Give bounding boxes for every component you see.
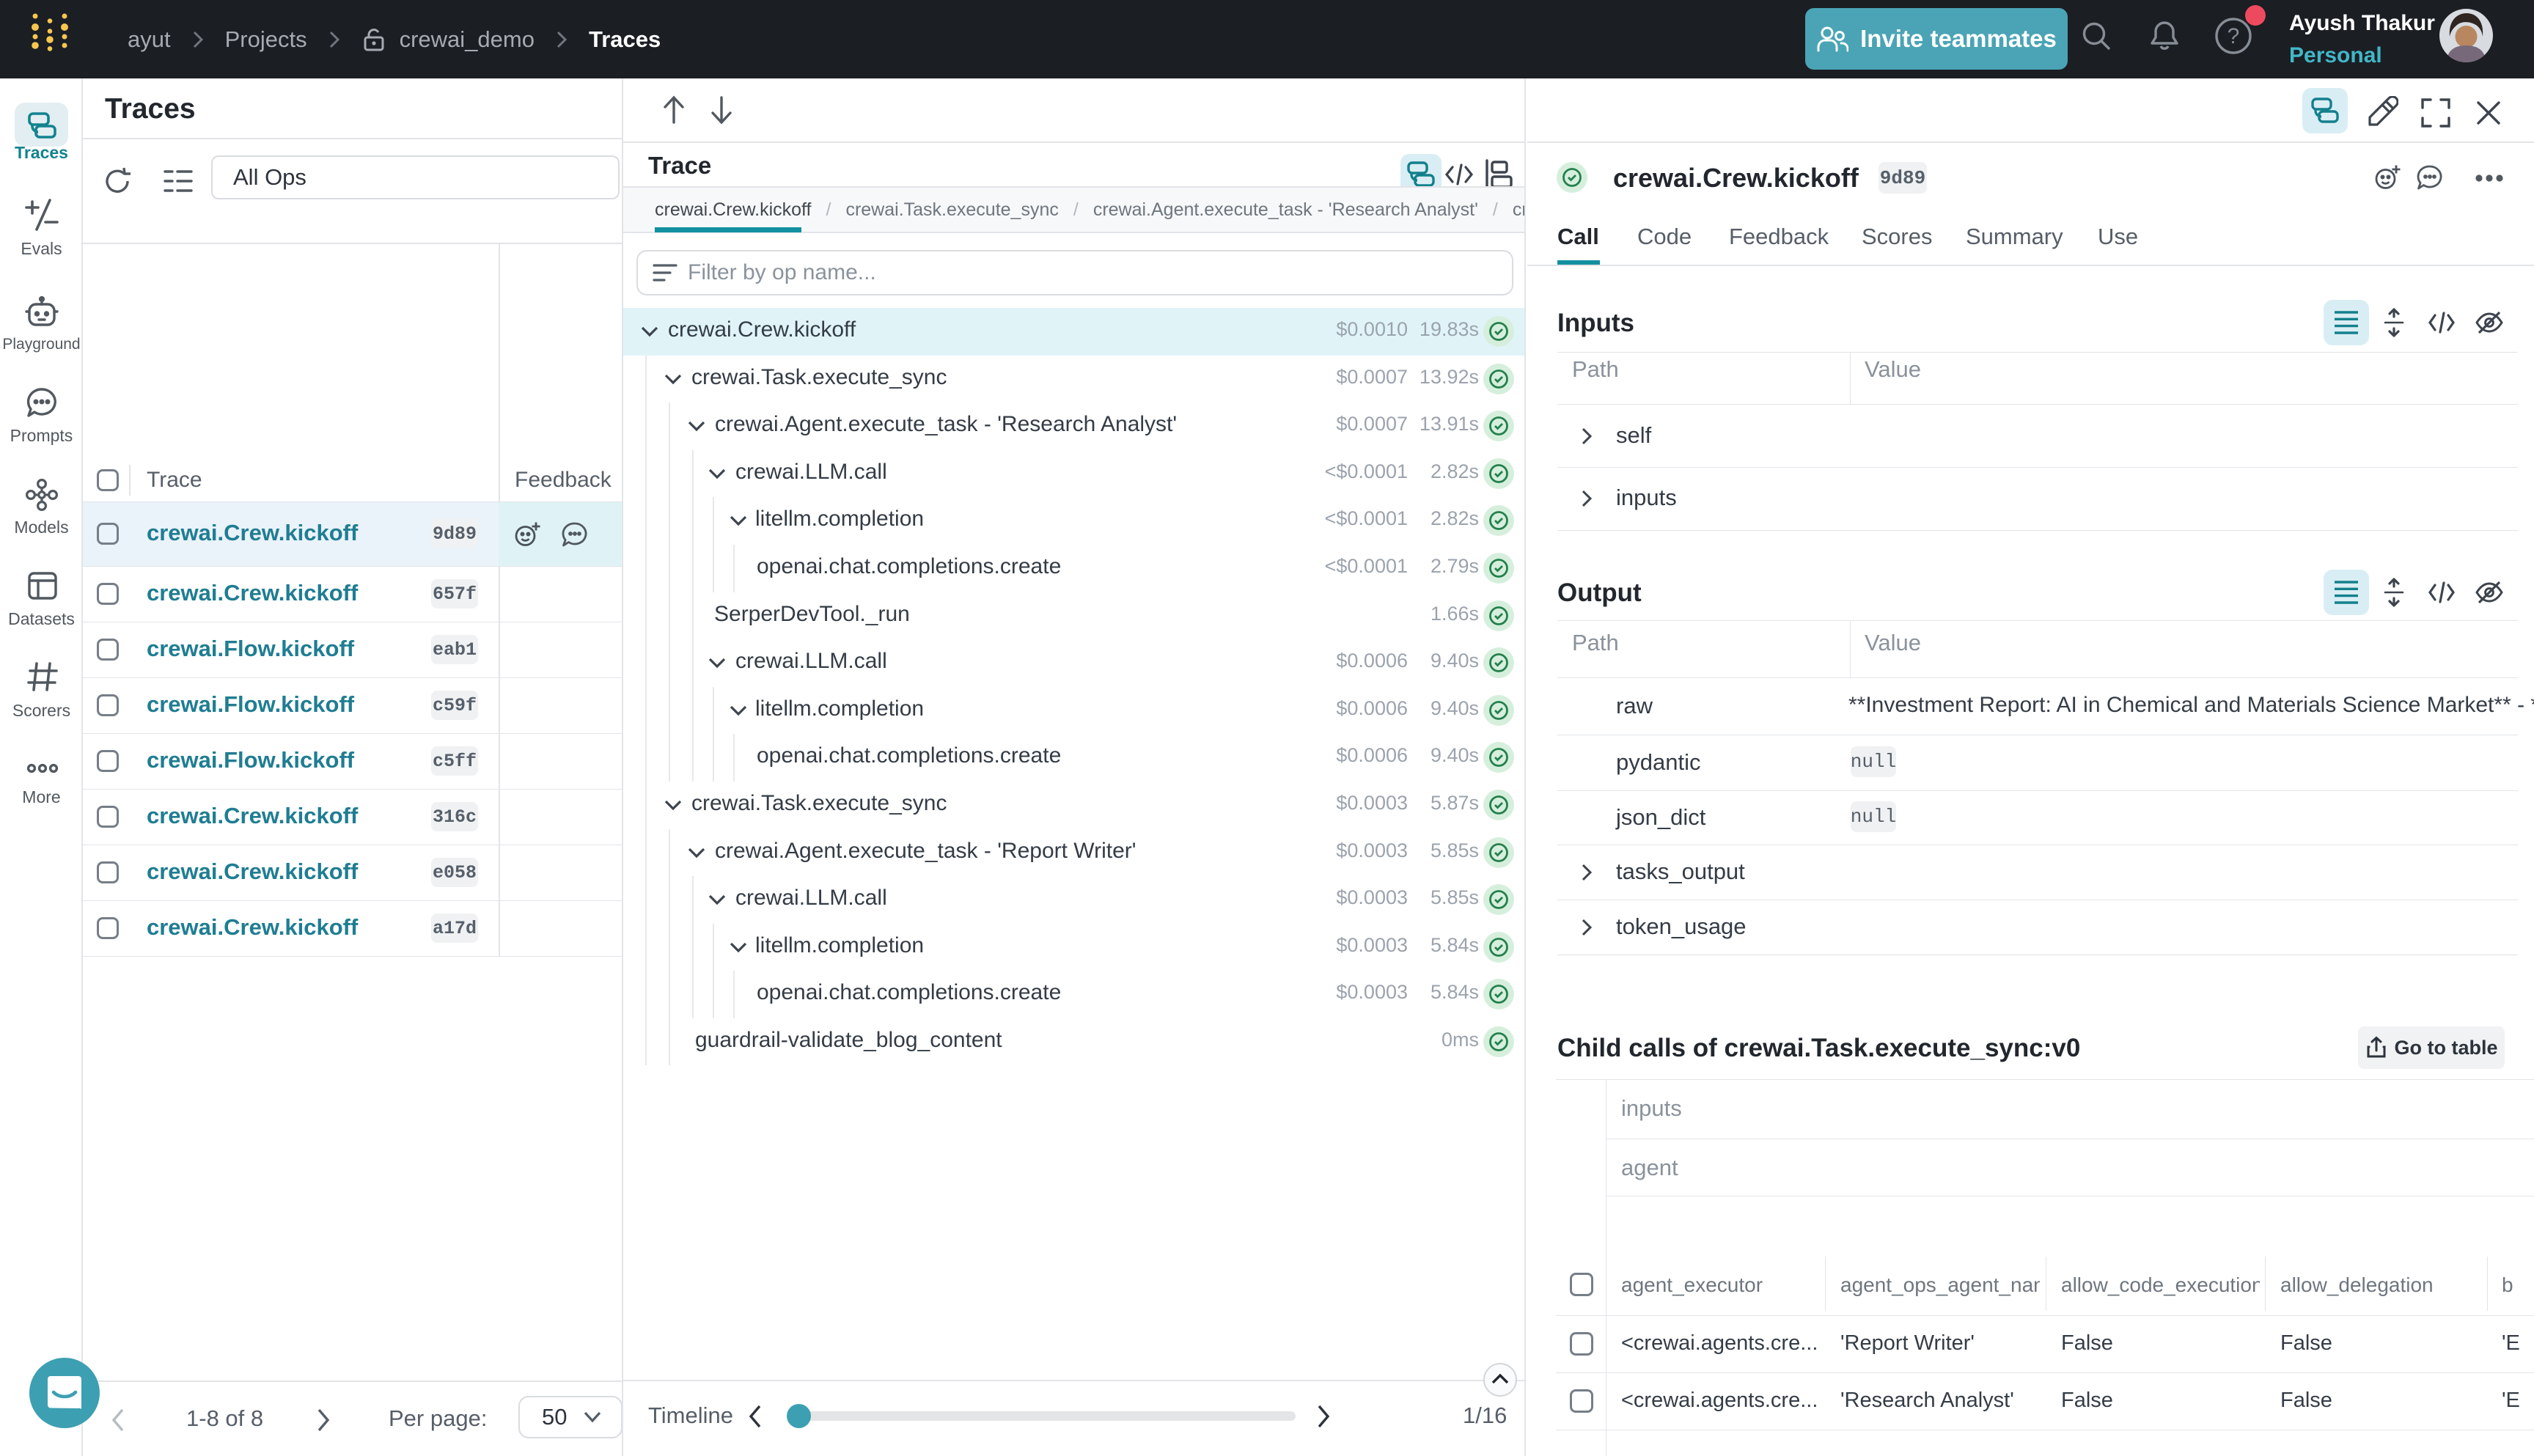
svg-text:?: ? <box>2228 24 2240 48</box>
